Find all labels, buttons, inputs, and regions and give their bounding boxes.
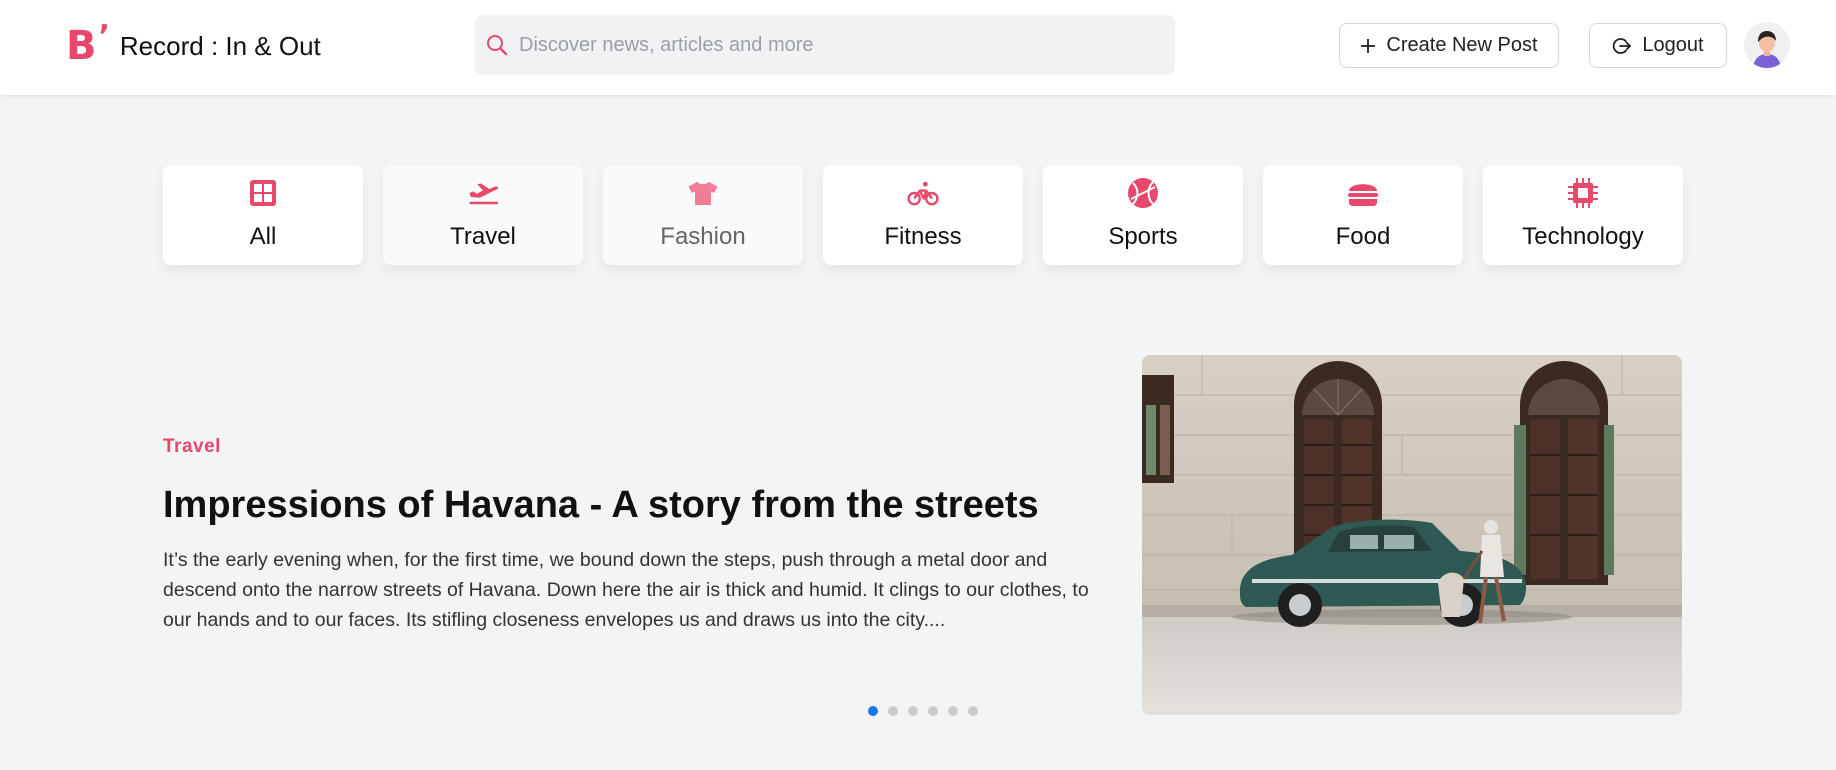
featured-title[interactable]: Impressions of Havana - A story from the…: [163, 484, 1039, 527]
carousel-dot[interactable]: [888, 706, 898, 716]
carousel-dots: [868, 706, 978, 716]
brand[interactable]: B’ Record : In & Out: [66, 19, 321, 69]
plane-departure-icon: [467, 177, 499, 209]
search-icon: [487, 35, 508, 56]
category-label: All: [249, 223, 277, 250]
top-header: B’ Record : In & Out Create New Post Log…: [0, 0, 1836, 95]
grid-icon: [247, 177, 279, 209]
category-travel[interactable]: Travel: [383, 165, 583, 265]
category-bar: All Travel Fashion Fitness Sports Food T…: [163, 165, 1683, 265]
bicycle-icon: [907, 177, 939, 209]
search-input[interactable]: [519, 33, 1139, 57]
chip-icon: [1567, 177, 1599, 209]
category-sports[interactable]: Sports: [1043, 165, 1243, 265]
create-post-button[interactable]: Create New Post: [1339, 23, 1559, 68]
category-label: Fitness: [884, 223, 962, 250]
carousel-dot[interactable]: [968, 706, 978, 716]
featured-category-link[interactable]: Travel: [163, 436, 221, 458]
logout-icon: [1613, 37, 1632, 54]
category-label: Travel: [450, 223, 516, 250]
user-avatar[interactable]: [1744, 22, 1790, 68]
carousel-dot[interactable]: [908, 706, 918, 716]
carousel-dot[interactable]: [948, 706, 958, 716]
brand-logo-letter: B: [66, 23, 97, 69]
category-food[interactable]: Food: [1263, 165, 1463, 265]
category-label: Food: [1335, 223, 1391, 250]
carousel-dot[interactable]: [868, 706, 878, 716]
category-label: Technology: [1522, 223, 1644, 250]
featured-image[interactable]: [1142, 355, 1682, 715]
category-label: Fashion: [660, 223, 746, 250]
logout-label: Logout: [1642, 34, 1704, 56]
user-avatar-icon: [1744, 22, 1790, 68]
ball-icon: [1127, 177, 1159, 209]
carousel-dot[interactable]: [928, 706, 938, 716]
brand-logo: B’: [66, 19, 110, 69]
category-label: Sports: [1108, 223, 1178, 250]
featured-excerpt: It’s the early evening when, for the fir…: [163, 549, 1089, 631]
category-technology[interactable]: Technology: [1483, 165, 1683, 265]
search-bar[interactable]: [475, 15, 1175, 75]
category-all[interactable]: All: [163, 165, 363, 265]
logout-button[interactable]: Logout: [1589, 23, 1727, 68]
category-fitness[interactable]: Fitness: [823, 165, 1023, 265]
brand-title: Record : In & Out: [119, 30, 321, 61]
create-post-label: Create New Post: [1386, 34, 1538, 56]
plus-icon: [1361, 38, 1376, 53]
brand-logo-mark: ’: [98, 19, 110, 54]
tshirt-icon: [687, 177, 719, 209]
category-fashion[interactable]: Fashion: [603, 165, 803, 265]
burger-icon: [1347, 177, 1379, 209]
